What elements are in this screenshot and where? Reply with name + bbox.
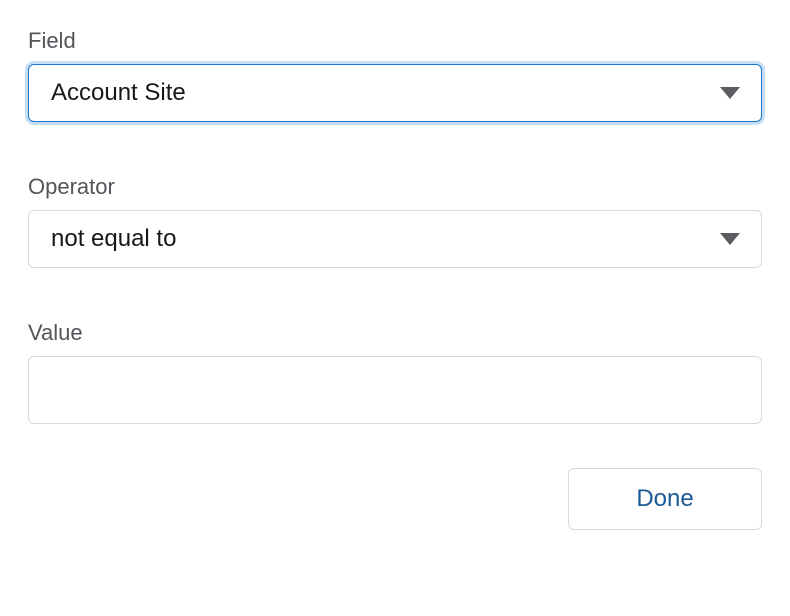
field-select-wrap: Account Site (28, 64, 762, 122)
footer: Done (28, 468, 762, 530)
field-select[interactable]: Account Site (28, 64, 762, 122)
field-group: Field Account Site (28, 28, 762, 122)
field-select-value: Account Site (51, 79, 186, 107)
operator-group: Operator not equal to (28, 174, 762, 268)
operator-label: Operator (28, 174, 762, 200)
operator-select-value: not equal to (51, 225, 176, 253)
value-group: Value (28, 320, 762, 424)
operator-select[interactable]: not equal to (28, 210, 762, 268)
value-input[interactable] (28, 356, 762, 424)
operator-select-wrap: not equal to (28, 210, 762, 268)
field-label: Field (28, 28, 762, 54)
done-button[interactable]: Done (568, 468, 762, 530)
value-label: Value (28, 320, 762, 346)
